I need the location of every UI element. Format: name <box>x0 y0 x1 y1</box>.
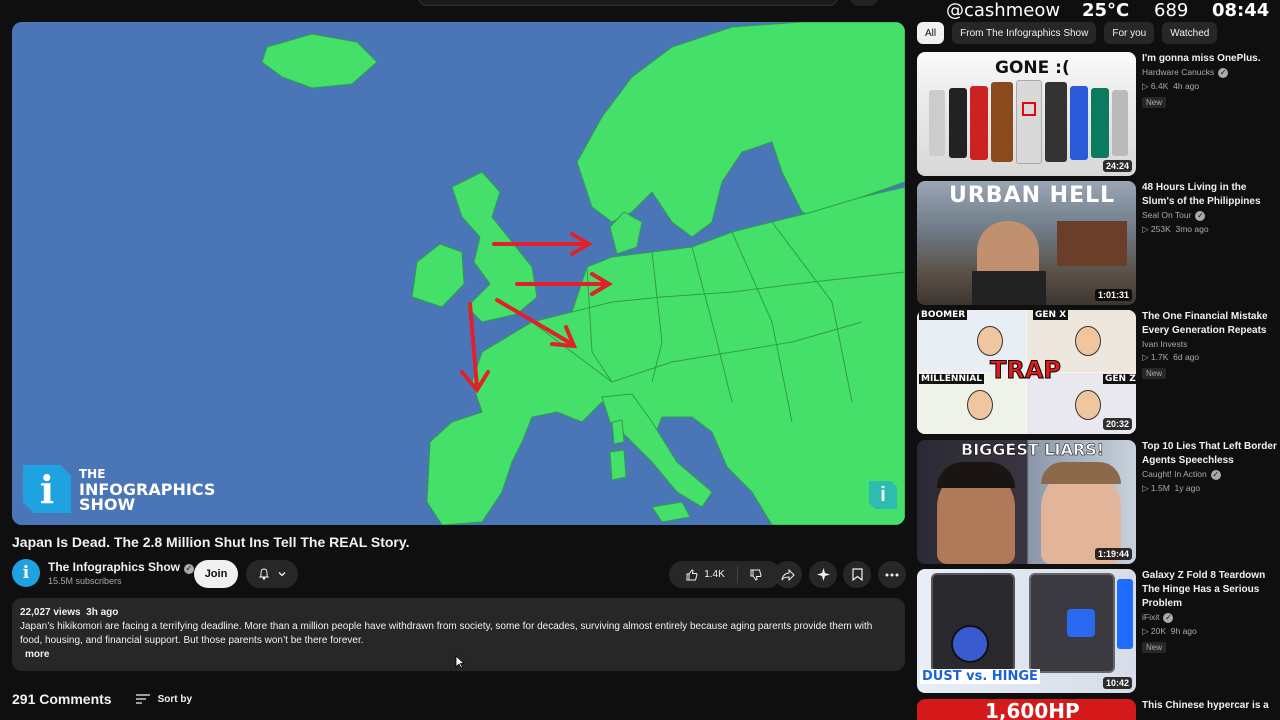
join-button[interactable]: Join <box>194 560 238 588</box>
more-horizontal-icon <box>885 573 899 576</box>
recommendation-channel[interactable]: Ivan Invests <box>1142 339 1277 349</box>
chip-all[interactable]: All <box>917 22 945 44</box>
video-player[interactable]: i THE INFOGRAPHICS SHOW i <box>12 22 905 525</box>
recommendation-title[interactable]: Top 10 Lies That Left Border Agents Spee… <box>1142 440 1277 468</box>
filter-chips: All From The Infographics Show For you W… <box>917 22 1218 44</box>
new-badge: New <box>1142 97 1167 108</box>
verified-icon: ✓ <box>1163 613 1174 623</box>
channel-row: i The Infographics Show ✓ 15.5M subscribe… <box>12 559 906 589</box>
recommendation-title[interactable]: Galaxy Z Fold 8 Teardown The Hinge Has a… <box>1142 569 1277 611</box>
video-duration: 1:01:31 <box>1094 289 1132 301</box>
video-thumbnail[interactable]: BOOMER GEN X TRAP MILLENNIAL GEN Z 20:32 <box>917 310 1136 434</box>
chip-for-you[interactable]: For you <box>1104 22 1155 44</box>
channel-logo: i THE INFOGRAPHICS SHOW <box>23 464 215 514</box>
video-duration: 24:24 <box>1102 160 1132 172</box>
sparkle-icon <box>816 568 830 581</box>
infographics-logo-icon: i <box>23 465 71 513</box>
watermark-icon[interactable]: i <box>869 481 897 509</box>
more-actions-button[interactable] <box>878 561 906 588</box>
comments-count: 291 Comments <box>12 691 112 707</box>
stream-overlay: @cashmeow 25°C 689 08:44 <box>946 0 1280 22</box>
video-thumbnail[interactable]: 1,600HP <box>917 699 1136 720</box>
share-icon <box>781 568 795 581</box>
subscriber-count: 15.5M subscribers <box>48 576 122 586</box>
chip-from-channel[interactable]: From The Infographics Show <box>952 22 1097 44</box>
overlay-handle: @cashmeow <box>946 0 1061 21</box>
recommendation-item[interactable]: BIGGEST LIARS! 1:19:44 Top 10 Lies That … <box>917 440 1280 564</box>
video-thumbnail[interactable]: DUST vs. HINGE 10:42 <box>917 569 1136 693</box>
like-count: 1.4K <box>704 569 725 580</box>
video-thumbnail[interactable]: GONE :( 24:24 <box>917 52 1136 176</box>
subscription-bell-button[interactable] <box>246 560 298 588</box>
recommendation-item[interactable]: URBAN HELL 1:01:31 48 Hours Living in th… <box>917 181 1280 305</box>
description-more-link[interactable]: more <box>25 648 49 662</box>
recommendation-title[interactable]: I'm gonna miss OnePlus. <box>1142 52 1277 66</box>
video-duration: 1:19:44 <box>1094 548 1132 560</box>
upload-age: 3h ago <box>86 607 119 618</box>
recommendation-title[interactable]: 48 Hours Living in the Slum's of the Phi… <box>1142 181 1277 209</box>
chevron-down-icon <box>278 572 285 577</box>
like-dislike-group: 1.4K <box>669 561 781 588</box>
channel-avatar[interactable]: i <box>12 559 40 587</box>
video-duration: 20:32 <box>1102 418 1132 430</box>
ask-ai-button[interactable] <box>809 561 837 588</box>
thumbs-down-icon <box>750 569 762 581</box>
overlay-clock: 08:44 <box>1212 0 1270 21</box>
search-input[interactable] <box>418 0 838 6</box>
verified-icon: ✓ <box>184 564 195 574</box>
share-button[interactable] <box>774 561 802 588</box>
comments-header: 291 Comments Sort by <box>12 689 192 709</box>
recommendation-channel[interactable]: Caught! In Action <box>1142 469 1207 479</box>
video-thumbnail[interactable]: BIGGEST LIARS! 1:19:44 <box>917 440 1136 564</box>
mouse-cursor-icon <box>455 655 465 669</box>
new-badge: New <box>1142 642 1167 653</box>
recommendation-channel[interactable]: iFixit <box>1142 612 1159 622</box>
recommendation-item[interactable]: DUST vs. HINGE 10:42 Galaxy Z Fold 8 Tea… <box>917 569 1280 693</box>
new-badge: New <box>1142 368 1167 379</box>
verified-icon: ✓ <box>1210 470 1221 480</box>
channel-name[interactable]: The Infographics Show ✓ <box>48 560 195 574</box>
sort-icon <box>135 694 150 704</box>
description-text: Japan’s hikikomori are facing a terrifyi… <box>20 621 873 646</box>
video-duration: 10:42 <box>1102 677 1132 689</box>
save-button[interactable] <box>843 561 871 588</box>
overlay-count: 689 <box>1154 0 1189 21</box>
view-count: 22,027 views <box>20 607 81 618</box>
search-button[interactable] <box>850 0 878 6</box>
overlay-temperature: 25°C <box>1082 0 1130 21</box>
verified-icon: ✓ <box>1195 211 1206 221</box>
recommendation-title[interactable]: The One Financial Mistake Every Generati… <box>1142 310 1277 338</box>
bell-icon <box>258 568 269 580</box>
video-thumbnail[interactable]: URBAN HELL 1:01:31 <box>917 181 1136 305</box>
verified-icon: ✓ <box>1218 68 1229 78</box>
recommendation-item[interactable]: GONE :( 24:24 I'm gonna miss OnePlus. Ha… <box>917 52 1280 176</box>
thumbs-up-icon <box>686 568 698 580</box>
europe-map <box>12 22 905 525</box>
recommendation-item[interactable]: BOOMER GEN X TRAP MILLENNIAL GEN Z 20:32… <box>917 310 1280 434</box>
recommendation-channel[interactable]: Hardware Canucks <box>1142 67 1214 77</box>
recommendation-item[interactable]: 1,600HP This Chinese hypercar is a <box>917 699 1280 720</box>
recommendation-channel[interactable]: Seal On Tour <box>1142 210 1191 220</box>
sort-by-button[interactable]: Sort by <box>135 694 192 705</box>
recommendation-title[interactable]: This Chinese hypercar is a <box>1142 699 1277 713</box>
dislike-button[interactable] <box>738 569 774 581</box>
bookmark-icon <box>851 568 863 581</box>
like-button[interactable]: 1.4K <box>676 566 738 583</box>
chip-watched[interactable]: Watched <box>1162 22 1218 44</box>
video-title: Japan Is Dead. The 2.8 Million Shut Ins … <box>12 534 410 550</box>
